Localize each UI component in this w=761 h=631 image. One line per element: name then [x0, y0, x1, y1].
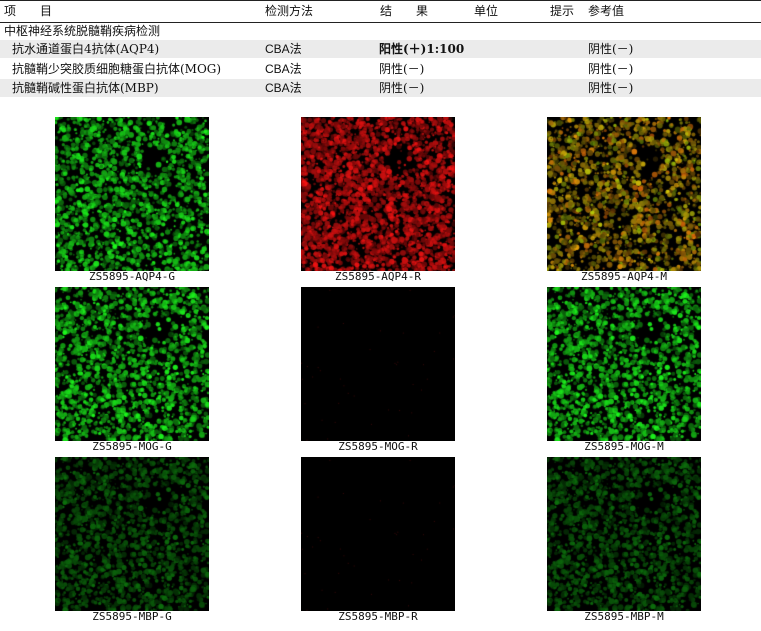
image-caption: ZS5895-AQP4-G [88, 270, 176, 283]
image-caption: ZS5895-AQP4-R [334, 270, 422, 283]
fluorescence-image-mog-green [55, 287, 209, 441]
row-reference: 阴性(－) [588, 42, 634, 56]
fluorescence-image-mbp-merge [547, 457, 701, 611]
fluorescence-image-mbp-green [55, 457, 209, 611]
header-item: 项 目 [4, 4, 53, 18]
result-row-mog: 抗髓鞘少突胶质细胞糖蛋白抗体(MOG) CBA法 阴性(－) 阴性(－) [0, 60, 761, 78]
row-method: CBA法 [265, 42, 302, 56]
row-result: 阳性(＋)1:100 [379, 42, 465, 56]
header-method: 检测方法 [265, 4, 314, 18]
header-hint: 提示 [550, 4, 575, 18]
row-method: CBA法 [265, 81, 302, 95]
row-reference: 阴性(－) [588, 62, 634, 76]
image-caption: ZS5895-MBP-M [584, 610, 664, 623]
row-result: 阴性(－) [379, 62, 425, 76]
fluorescence-image-mog-red [301, 287, 455, 441]
header-unit: 单位 [474, 4, 499, 18]
image-caption: ZS5895-MOG-M [584, 440, 664, 453]
row-item-label: 抗水通道蛋白4抗体(AQP4) [12, 42, 160, 56]
fluorescence-image-aqp4-red [301, 117, 455, 271]
fluorescence-image-aqp4-green [55, 117, 209, 271]
section-title: 中枢神经系统脱髓鞘疾病检测 [4, 24, 161, 38]
image-caption: ZS5895-MOG-R [338, 440, 418, 453]
row-method: CBA法 [265, 62, 302, 76]
row-item-label: 抗髓鞘少突胶质细胞糖蛋白抗体(MOG) [12, 62, 222, 76]
row-item-label: 抗髓鞘碱性蛋白抗体(MBP) [12, 81, 159, 95]
image-caption: ZS5895-MBP-R [338, 610, 418, 623]
result-row-aqp4: 抗水通道蛋白4抗体(AQP4) CBA法 阳性(＋)1:100 阴性(－) [0, 40, 761, 58]
result-row-mbp: 抗髓鞘碱性蛋白抗体(MBP) CBA法 阴性(－) 阴性(－) [0, 79, 761, 97]
fluorescence-image-mog-merge [547, 287, 701, 441]
fluorescence-image-aqp4-merge [547, 117, 701, 271]
header-result: 结 果 [380, 4, 429, 18]
report-table-header: 项 目 检测方法 结 果 单位 提示 参考值 [0, 0, 761, 23]
image-caption: ZS5895-MBP-G [92, 610, 172, 623]
row-reference: 阴性(－) [588, 81, 634, 95]
row-result: 阴性(－) [379, 81, 425, 95]
image-caption: ZS5895-AQP4-M [580, 270, 668, 283]
header-reference: 参考值 [588, 4, 625, 18]
image-caption: ZS5895-MOG-G [92, 440, 172, 453]
fluorescence-image-mbp-red [301, 457, 455, 611]
